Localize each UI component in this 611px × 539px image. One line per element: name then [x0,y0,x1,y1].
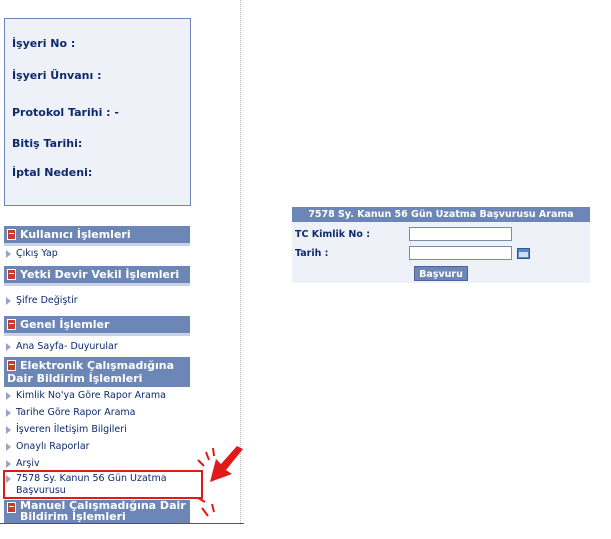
red-arrow-icon [197,446,243,517]
section-title: Genel İşlemler [20,318,110,331]
section-manuel-calismadigina: Manuel Çalışmadığına Dair Bildirim İşlem… [4,500,190,523]
menu-item-label: Ana Sayfa- Duyurular [16,341,118,352]
document-icon [7,319,16,330]
protokol-tarihi-label: Protokol Tarihi : - [12,106,119,119]
basvuru-button[interactable]: Başvuru [414,266,468,281]
arrow-right-icon [6,250,11,258]
calendar-icon[interactable] [517,248,530,259]
menu-item-arsiv[interactable]: Arşiv [4,458,190,470]
tarih-row: Tarih : [292,245,590,263]
arrow-right-icon [6,392,11,400]
arrow-right-icon [6,426,11,434]
iptal-nedeni-label: İptal Nedeni: [12,166,93,179]
section-title-line1: Elektronik Çalışmadığına [20,359,175,372]
menu-item-kimlik-no-rapor[interactable]: Kimlik No'ya Göre Rapor Arama [4,390,190,402]
menu-item-tarih-rapor[interactable]: Tarihe Göre Rapor Arama [4,407,190,419]
section-genel-islemler: Genel İşlemler [4,316,190,333]
section-kullanici-islemleri: Kullanıcı İşlemleri [4,226,190,243]
menu-item-label: Onaylı Raporlar [16,441,90,452]
section-elektronik-calismadigina: Elektronik Çalışmadığına Dair Bildirim İ… [4,357,190,387]
arrow-right-icon [6,460,11,468]
section-title-line2: Bildirim İşlemleri [20,510,126,523]
arrow-right-icon [6,343,11,351]
menu-item-label: Arşiv [16,458,40,469]
form-title: 7578 Sy. Kanun 56 Gün Uzatma Başvurusu A… [292,207,590,222]
arrow-right-icon [6,443,11,451]
menu-item-onayli-raporlar[interactable]: Onaylı Raporlar [4,441,190,453]
tc-kimlik-row: TC Kimlik No : [292,226,590,244]
document-icon [7,360,16,371]
arrow-right-icon [6,409,11,417]
menu-item-label: Şifre Değiştir [16,295,78,306]
menu-item-label: Kimlik No'ya Göre Rapor Arama [16,390,166,401]
left-panel-bottom-rule [0,523,244,524]
tarih-input[interactable] [409,246,512,260]
section-title: Kullanıcı İşlemleri [20,228,131,241]
arrow-right-icon [6,297,11,305]
document-icon [7,502,16,513]
menu-separator [4,333,190,336]
menu-item-label: Çıkış Yap [16,248,58,259]
tc-kimlik-label: TC Kimlik No : [295,229,370,240]
bitis-tarihi-label: Bitiş Tarihi: [12,137,83,150]
menu-item-label: İşveren İletişim Bilgileri [16,424,127,435]
section-title-line2: Dair Bildirim İşlemleri [7,372,143,385]
highlight-box [3,470,203,499]
left-panel-border [240,0,241,523]
menu-item-sifre-degistir[interactable]: Şifre Değiştir [4,295,190,307]
isyeri-unvani-label: İşyeri Ünvanı : [12,69,102,82]
isyeri-no-label: İşyeri No : [12,37,76,50]
document-icon [7,269,16,280]
section-title: Yetki Devir Vekil İşlemleri [20,268,180,281]
tc-kimlik-input[interactable] [409,227,512,241]
tarih-label: Tarih : [295,248,329,259]
menu-separator [4,243,190,246]
document-icon [7,229,16,240]
employer-info-box: İşyeri No : İşyeri Ünvanı : Protokol Tar… [4,18,191,206]
menu-item-cikis-yap[interactable]: Çıkış Yap [4,248,190,260]
section-yetki-devir: Yetki Devir Vekil İşlemleri [4,266,190,283]
menu-separator [4,283,190,286]
menu-item-ana-sayfa[interactable]: Ana Sayfa- Duyurular [4,341,190,353]
menu-item-isveren-iletisim[interactable]: İşveren İletişim Bilgileri [4,424,190,436]
menu-item-label: Tarihe Göre Rapor Arama [16,407,136,418]
